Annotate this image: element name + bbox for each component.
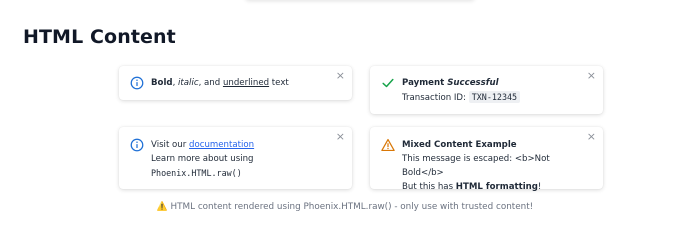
toast-documentation: Visit our documentation Learn more about… (119, 127, 352, 189)
transaction-line: Transaction ID: TXN-12345 (402, 90, 589, 105)
title-plain: Payment (402, 78, 448, 88)
toast-message: Visit our documentation Learn more about… (151, 138, 338, 180)
info-circle-icon (130, 76, 144, 90)
close-button[interactable]: × (336, 131, 345, 142)
visit-line: Visit our documentation (151, 138, 338, 152)
toast-title: Mixed Content Example (402, 138, 589, 152)
warning-triangle-icon (381, 138, 395, 152)
toast-message: Bold, italic, and underlined text (151, 76, 338, 90)
code-snippet: Phoenix.HTML.raw() (151, 168, 242, 178)
documentation-link[interactable]: documentation (189, 140, 254, 150)
bold-text: Bold (151, 78, 173, 88)
title-text: Mixed Content Example (402, 140, 517, 150)
underlined-text: underlined (222, 78, 270, 88)
visit-prefix: Visit our (151, 140, 190, 150)
title-italic: Successful (447, 78, 499, 88)
close-button[interactable]: × (587, 70, 596, 81)
toast-message: Payment Successful Transaction ID: TXN-1… (402, 76, 589, 105)
formatted-bold: HTML formatting (455, 182, 538, 192)
formatted-suffix: ! (537, 182, 542, 192)
info-circle-icon (130, 138, 144, 152)
learn-more-line: Learn more about using (151, 154, 254, 164)
formatted-line: But this has HTML formatting! (402, 180, 589, 194)
toast-message: Mixed Content Example This message is es… (402, 138, 589, 194)
toast-payment: Payment Successful Transaction ID: TXN-1… (370, 66, 603, 114)
escaped-line: This message is escaped: <b>Not Bold</b> (402, 154, 550, 178)
toast-title: Payment Successful (402, 76, 589, 90)
check-icon (382, 78, 394, 88)
close-button[interactable]: × (587, 131, 596, 142)
tail-text: text (269, 78, 289, 88)
italic-text: italic (178, 78, 199, 88)
transaction-id: TXN-12345 (468, 91, 521, 103)
toast-formatting: Bold, italic, and underlined text × (119, 66, 352, 100)
close-button[interactable]: × (336, 70, 345, 81)
page-title: HTML Content (23, 26, 176, 48)
toast-mixed-content: Mixed Content Example This message is es… (370, 127, 603, 192)
footer-warning-note: ⚠️ HTML content rendered using Phoenix.H… (156, 202, 534, 212)
formatted-prefix: But this has (402, 182, 456, 192)
separator: , and (198, 78, 223, 88)
transaction-label: Transaction ID: (402, 93, 469, 103)
